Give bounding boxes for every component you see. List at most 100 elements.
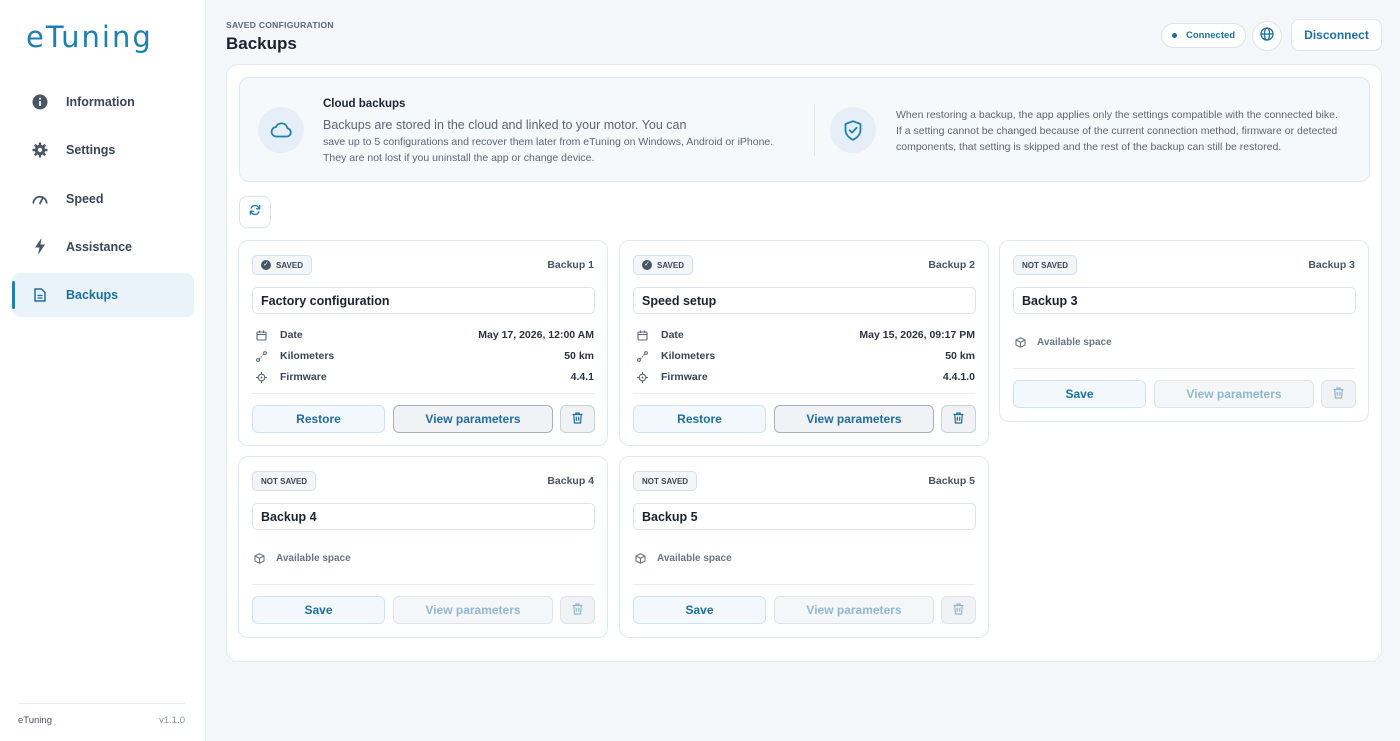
row-label: Date (661, 329, 684, 341)
backup-name-input[interactable] (1013, 287, 1356, 314)
lightning-icon (32, 238, 48, 256)
sidebar-nav: Information Settings Speed Assistance Ba… (12, 80, 194, 321)
disconnect-button[interactable]: Disconnect (1291, 19, 1382, 51)
box-icon (254, 552, 266, 564)
backup-name-input[interactable] (633, 503, 976, 530)
sidebar-item-label: Information (66, 95, 135, 109)
trash-icon (953, 602, 964, 618)
sidebar: eTuning Information Settings Speed Assis… (0, 0, 206, 741)
date-row: Date May 15, 2026, 09:17 PM (637, 327, 975, 343)
kilometers-row: Kilometers 50 km (256, 348, 594, 364)
info-title: Cloud backups (323, 98, 406, 110)
sidebar-item-settings[interactable]: Settings (12, 128, 194, 172)
box-icon (1015, 336, 1027, 348)
calendar-icon (256, 330, 268, 341)
available-space-label: Available space (657, 552, 732, 564)
save-button[interactable]: Save (1013, 380, 1146, 408)
cloud-backups-info: Cloud backups Backups are stored in the … (239, 77, 1370, 182)
restore-button[interactable]: Restore (252, 405, 385, 433)
row-label: Firmware (661, 371, 708, 383)
save-button[interactable]: Save (252, 596, 385, 624)
available-space-label: Available space (276, 552, 351, 564)
status-badge: NOT SAVED (252, 471, 317, 491)
box-icon (635, 552, 647, 564)
delete-button[interactable] (560, 405, 595, 433)
view-parameters-button[interactable]: View parameters (774, 596, 934, 624)
row-value: 4.4.1 (570, 371, 594, 383)
footer-app-name: eTuning (18, 715, 52, 726)
date-row: Date May 17, 2026, 12:00 AM (256, 327, 594, 343)
chip-icon (637, 371, 649, 383)
delete-button[interactable] (941, 596, 976, 624)
globe-icon (1260, 26, 1274, 46)
sidebar-item-label: Assistance (66, 239, 133, 254)
cloud-icon (258, 107, 304, 153)
connection-status-label: Connected (1186, 30, 1236, 41)
sidebar-item-backups[interactable]: Backups (12, 273, 194, 318)
sidebar-item-information[interactable]: Information (12, 80, 194, 124)
divider (633, 584, 975, 585)
info-text-line: They are not lost if you uninstall the a… (323, 152, 595, 164)
divider (252, 584, 594, 585)
status-label: SAVED (657, 260, 684, 270)
row-value: 4.4.1.0 (942, 371, 975, 383)
shield-check-icon (830, 107, 876, 153)
refresh-button[interactable] (239, 196, 271, 228)
save-button[interactable]: Save (633, 596, 766, 624)
restore-button[interactable]: Restore (633, 405, 766, 433)
status-badge: NOT SAVED (633, 471, 698, 491)
status-badge: ✓ SAVED (252, 255, 312, 275)
backup-name-input[interactable] (252, 287, 595, 314)
page-subtitle: SAVED CONFIGURATION (226, 20, 334, 30)
view-parameters-button[interactable]: View parameters (393, 596, 553, 624)
speedometer-icon (32, 191, 48, 207)
status-label: SAVED (276, 260, 303, 270)
firmware-row: Firmware 4.4.1.0 (637, 369, 975, 385)
status-dot-icon (1172, 33, 1177, 38)
check-icon: ✓ (261, 260, 271, 270)
view-parameters-button[interactable]: View parameters (393, 405, 553, 433)
backup-name-input[interactable] (633, 287, 976, 314)
app-logo: eTuning (26, 20, 153, 54)
sidebar-item-label: Speed (66, 191, 104, 206)
restore-note-line: When restoring a backup, the app applies… (896, 109, 1338, 121)
sidebar-footer: eTuning v1.1.0 (18, 703, 185, 726)
delete-button[interactable] (560, 596, 595, 624)
info-icon (32, 94, 48, 110)
backup-slot-label: Backup 4 (547, 475, 594, 487)
backup-slot-label: Backup 3 (1308, 259, 1355, 271)
backup-slot-label: Backup 1 (547, 259, 594, 271)
delete-button[interactable] (1321, 380, 1356, 408)
backup-name-input[interactable] (252, 503, 595, 530)
backup-card-5: NOT SAVED Backup 5 Available space Save … (619, 456, 989, 638)
view-parameters-button[interactable]: View parameters (1154, 380, 1314, 408)
sidebar-item-assistance[interactable]: Assistance (12, 225, 194, 269)
page-title: Backups (226, 34, 297, 53)
document-icon (32, 287, 48, 303)
language-button[interactable] (1252, 21, 1282, 51)
backup-card-1: ✓ SAVED Backup 1 Date May 17, 2026, 12:00… (238, 240, 608, 446)
sidebar-item-speed[interactable]: Speed (12, 177, 194, 221)
divider (252, 393, 594, 394)
gear-icon (32, 142, 48, 158)
available-space-row: Available space (254, 551, 351, 565)
row-label: Firmware (280, 371, 327, 383)
backup-card-2: ✓ SAVED Backup 2 Date May 15, 2026, 09:17… (619, 240, 989, 446)
chip-icon (256, 371, 268, 383)
available-space-label: Available space (1037, 336, 1112, 348)
calendar-icon (637, 330, 649, 341)
trash-icon (1333, 386, 1344, 402)
backup-card-3: NOT SAVED Backup 3 Available space Save … (999, 240, 1369, 422)
delete-button[interactable] (941, 405, 976, 433)
row-value: May 17, 2026, 12:00 AM (478, 329, 594, 341)
trash-icon (953, 411, 964, 427)
view-parameters-button[interactable]: View parameters (774, 405, 934, 433)
check-icon: ✓ (642, 260, 652, 270)
divider (633, 393, 975, 394)
backup-slot-label: Backup 2 (928, 259, 975, 271)
connection-status-badge: Connected (1161, 23, 1247, 48)
row-value: 50 km (564, 350, 594, 362)
row-label: Kilometers (280, 350, 335, 362)
backup-card-4: NOT SAVED Backup 4 Available space Save … (238, 456, 608, 638)
status-badge: NOT SAVED (1013, 255, 1078, 275)
